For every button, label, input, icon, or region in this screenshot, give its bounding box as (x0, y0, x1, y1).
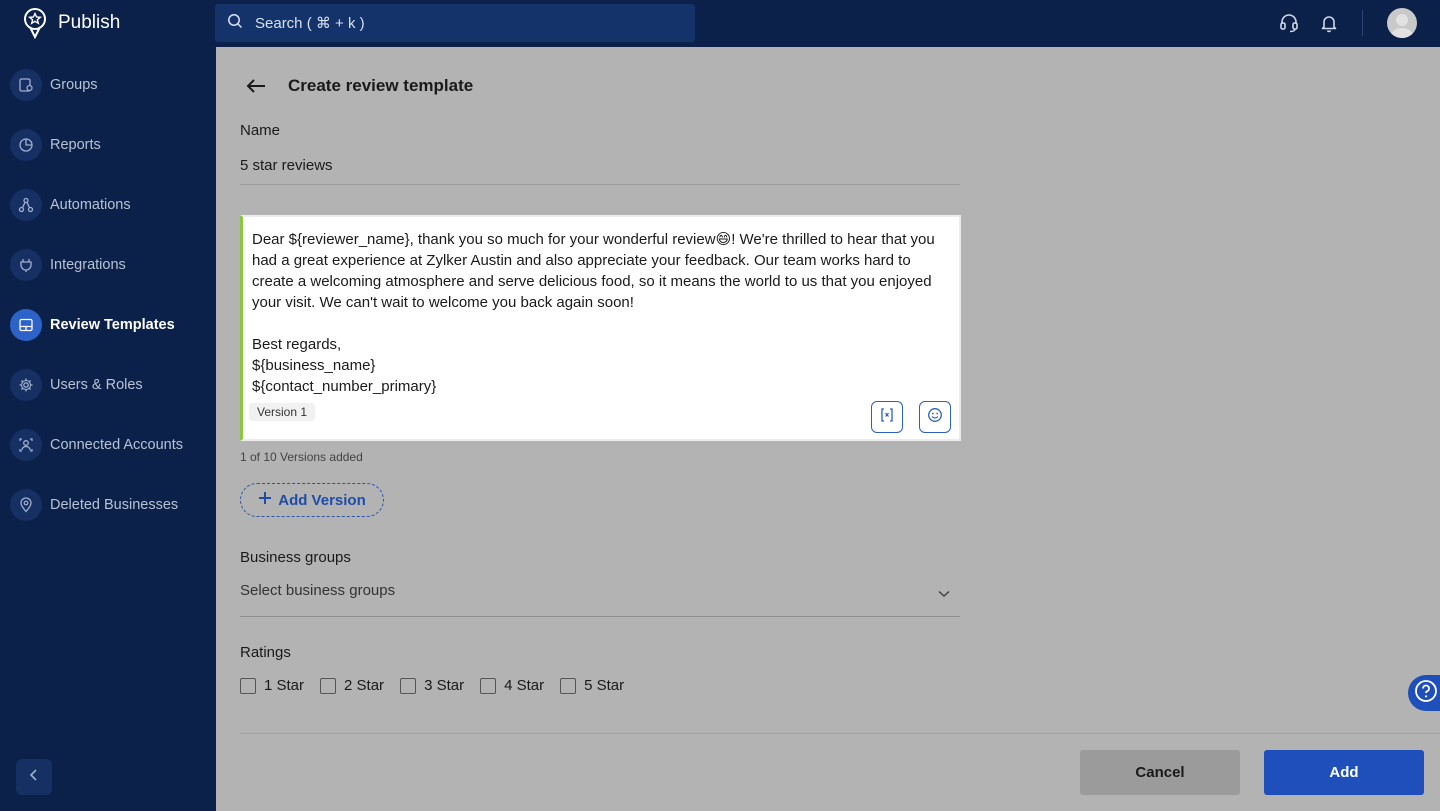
rating-label: 5 Star (584, 677, 625, 694)
smiley-icon (927, 407, 943, 428)
groups-icon (10, 69, 42, 101)
sidebar-item-label: Groups (50, 77, 98, 93)
business-groups-placeholder: Select business groups (240, 582, 396, 599)
publish-logo-icon (20, 6, 50, 40)
sidebar-item-groups[interactable]: Groups (0, 65, 216, 105)
automation-icon (10, 189, 42, 221)
variable-icon (879, 407, 895, 428)
top-bar: Publish (0, 0, 1440, 47)
name-label: Name (240, 122, 281, 139)
rating-1-star[interactable]: 1 Star (240, 677, 304, 694)
sidebar-item-label: Review Templates (50, 317, 175, 333)
name-field[interactable]: 5 star reviews (240, 157, 960, 185)
add-button[interactable]: Add (1264, 750, 1424, 795)
insert-emoji-button[interactable] (919, 401, 951, 433)
cancel-button[interactable]: Cancel (1080, 750, 1240, 795)
pie-chart-icon (10, 129, 42, 161)
search-icon (227, 13, 243, 34)
template-icon (10, 309, 42, 341)
sidebar-item-integrations[interactable]: Integrations (0, 245, 216, 285)
rating-label: 1 Star (264, 677, 305, 694)
help-icon (1414, 679, 1438, 708)
checkbox[interactable] (400, 677, 417, 694)
sidebar-item-deleted-businesses[interactable]: Deleted Businesses (0, 485, 216, 525)
message-text[interactable]: Dear ${reviewer_name}, thank you so much… (252, 229, 952, 397)
checkbox[interactable] (320, 677, 337, 694)
app-name: Publish (58, 12, 121, 33)
chevron-down-icon (938, 579, 960, 603)
business-groups-label: Business groups (240, 549, 351, 566)
help-button[interactable] (1408, 675, 1440, 711)
checkbox[interactable] (480, 677, 497, 694)
brand[interactable]: Publish (20, 6, 120, 40)
rating-2-star[interactable]: 2 Star (320, 677, 384, 694)
main-content: Create review template Name 5 star revie… (216, 47, 1440, 811)
sidebar-item-label: Connected Accounts (50, 437, 184, 453)
ratings-group: 1 Star 2 Star 3 Star 4 Star 5 Star (240, 677, 640, 694)
sidebar-item-label: Automations (50, 197, 131, 213)
arrow-left-icon (246, 78, 266, 99)
headset-icon[interactable] (1278, 12, 1300, 34)
sidebar-item-label: Users & Roles (50, 377, 143, 393)
versions-count: 1 of 10 Versions added (240, 450, 363, 464)
rating-label: 4 Star (504, 677, 545, 694)
business-groups-select[interactable]: Select business groups (240, 579, 960, 617)
sidebar-item-users-roles[interactable]: Users & Roles (0, 365, 216, 405)
plug-icon (10, 249, 42, 281)
sidebar-item-label: Reports (50, 137, 101, 153)
message-editor[interactable]: Dear ${reviewer_name}, thank you so much… (240, 215, 961, 441)
sidebar-item-label: Integrations (50, 257, 126, 273)
rating-label: 2 Star (344, 677, 385, 694)
sidebar-item-connected-accounts[interactable]: Connected Accounts (0, 425, 216, 465)
rating-4-star[interactable]: 4 Star (480, 677, 544, 694)
checkbox[interactable] (240, 677, 256, 694)
bell-icon[interactable] (1318, 12, 1340, 34)
sidebar-item-automations[interactable]: Automations (0, 185, 216, 225)
sidebar-item-review-templates[interactable]: Review Templates (0, 305, 216, 345)
insert-variable-button[interactable] (871, 401, 903, 433)
sidebar-item-label: Deleted Businesses (50, 497, 179, 513)
sidebar-item-reports[interactable]: Reports (0, 125, 216, 165)
search-bar[interactable] (215, 4, 695, 42)
accounts-icon (10, 429, 42, 461)
search-input[interactable] (255, 14, 675, 32)
back-button[interactable] (244, 76, 268, 100)
avatar[interactable] (1387, 8, 1417, 38)
ratings-label: Ratings (240, 644, 291, 661)
collapse-sidebar-button[interactable] (16, 759, 52, 795)
rating-label: 3 Star (424, 677, 465, 694)
chevron-left-icon (28, 768, 40, 787)
gear-icon (10, 369, 42, 401)
page-title: Create review template (288, 76, 474, 95)
footer-divider (240, 733, 1440, 734)
sidebar: Groups Reports Automations Integrations … (0, 47, 216, 811)
checkbox[interactable] (560, 677, 577, 694)
version-chip[interactable]: Version 1 (249, 403, 316, 421)
rating-3-star[interactable]: 3 Star (400, 677, 464, 694)
location-pin-icon (10, 489, 42, 521)
add-version-button[interactable]: Add Version (240, 483, 384, 517)
add-version-label: Add Version (278, 491, 366, 509)
plus-icon (258, 491, 272, 509)
rating-5-star[interactable]: 5 Star (560, 677, 624, 694)
topbar-divider (1362, 10, 1363, 36)
